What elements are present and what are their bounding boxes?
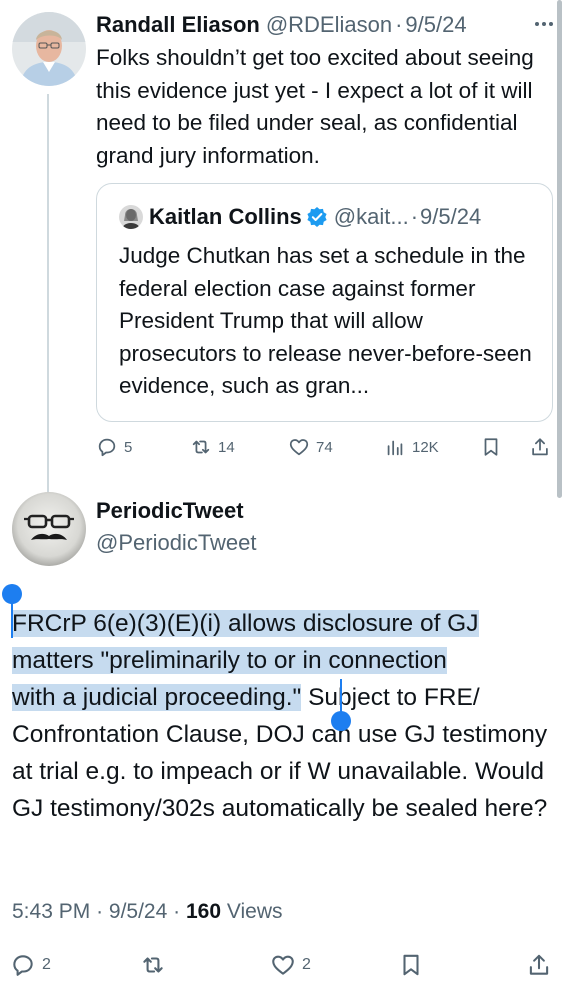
more-icon[interactable]: [535, 22, 553, 26]
reply-button[interactable]: 2: [10, 950, 51, 980]
share-icon: [532, 438, 548, 456]
reply-button[interactable]: 5: [96, 432, 132, 462]
bookmark-button[interactable]: [398, 950, 424, 980]
selection-start-handle[interactable]: [2, 584, 22, 604]
views-icon: [387, 440, 403, 456]
author-name[interactable]: PeriodicTweet: [96, 498, 244, 524]
repost-button[interactable]: [140, 950, 166, 980]
main-tweet-text: FRCrP 6(e)(3)(E)(i) allows disclosure of…: [12, 605, 552, 827]
repost-icon: [192, 440, 210, 454]
selected-text[interactable]: matters "preliminarily to or in connecti…: [12, 647, 447, 674]
repost-button[interactable]: 14: [190, 432, 235, 462]
reply-count: 2: [42, 956, 51, 973]
views-button[interactable]: 12K: [384, 432, 439, 462]
share-button[interactable]: [529, 432, 551, 462]
like-icon: [289, 439, 309, 456]
parent-tweet-actions: 5 14 74 12K: [96, 432, 556, 462]
separator: ·: [96, 900, 104, 923]
repost-count: 14: [218, 438, 235, 456]
views-count[interactable]: 160: [186, 900, 221, 923]
like-count: 2: [302, 956, 311, 973]
quoted-tweet[interactable]: Kaitlan Collins @kait... · 9/5/24 Judge …: [96, 183, 553, 422]
reply-icon: [13, 955, 33, 976]
parent-tweet-header: Randall Eliason @RDEliason · 9/5/24: [96, 8, 556, 42]
like-button[interactable]: 74: [288, 432, 333, 462]
parent-tweet-text: Folks shouldn’t get too excited about se…: [96, 45, 534, 168]
avatar-periodictweet[interactable]: [12, 492, 86, 566]
tweet-date[interactable]: 9/5/24: [405, 12, 466, 38]
avatar-kaitlan-collins: [119, 205, 143, 229]
like-count: 74: [316, 438, 333, 456]
quoted-tweet-header: Kaitlan Collins @kait... · 9/5/24: [119, 202, 481, 232]
bookmark-icon: [403, 954, 419, 976]
quoted-author-handle: @kait...: [333, 204, 409, 229]
tweet-time[interactable]: 5:43 PM: [12, 900, 90, 923]
verified-icon: [307, 207, 327, 227]
repost-icon: [143, 957, 163, 973]
quoted-tweet-date: 9/5/24: [420, 204, 482, 229]
like-icon: [272, 955, 294, 975]
bookmark-icon: [484, 438, 498, 456]
views-label: Views: [226, 900, 283, 923]
tweet-date[interactable]: 9/5/24: [109, 900, 167, 923]
separator: ·: [173, 900, 181, 923]
avatar-randall-eliason[interactable]: [12, 12, 86, 86]
author-name[interactable]: Randall Eliason: [96, 12, 260, 38]
thread-connector: [47, 94, 49, 494]
quoted-author-name: Kaitlan Collins: [149, 204, 302, 229]
author-handle[interactable]: @PeriodicTweet: [96, 530, 257, 556]
separator: ·: [410, 204, 419, 229]
reply-count: 5: [124, 438, 133, 456]
share-icon: [529, 954, 549, 975]
selected-text[interactable]: with a judicial proceeding.": [12, 684, 302, 711]
view-count: 12K: [412, 438, 439, 456]
selection-end-handle[interactable]: [331, 711, 351, 731]
bookmark-button[interactable]: [480, 432, 502, 462]
share-button[interactable]: [526, 950, 552, 980]
tweet-metadata: 5:43 PM · 9/5/24 · 160 Views: [12, 900, 283, 924]
separator: ·: [395, 12, 403, 37]
selected-text[interactable]: FRCrP 6(e)(3)(E)(i) allows disclosure of…: [12, 610, 479, 637]
quoted-tweet-text: Judge Chutkan has set a schedule in the …: [119, 243, 532, 398]
scrollbar[interactable]: [557, 0, 562, 498]
selection-start-bar: [11, 600, 13, 638]
author-handle[interactable]: @RDEliason: [266, 12, 392, 38]
reply-icon: [98, 438, 116, 457]
main-tweet-actions: 2 2: [0, 950, 565, 982]
like-button[interactable]: 2: [270, 950, 311, 980]
